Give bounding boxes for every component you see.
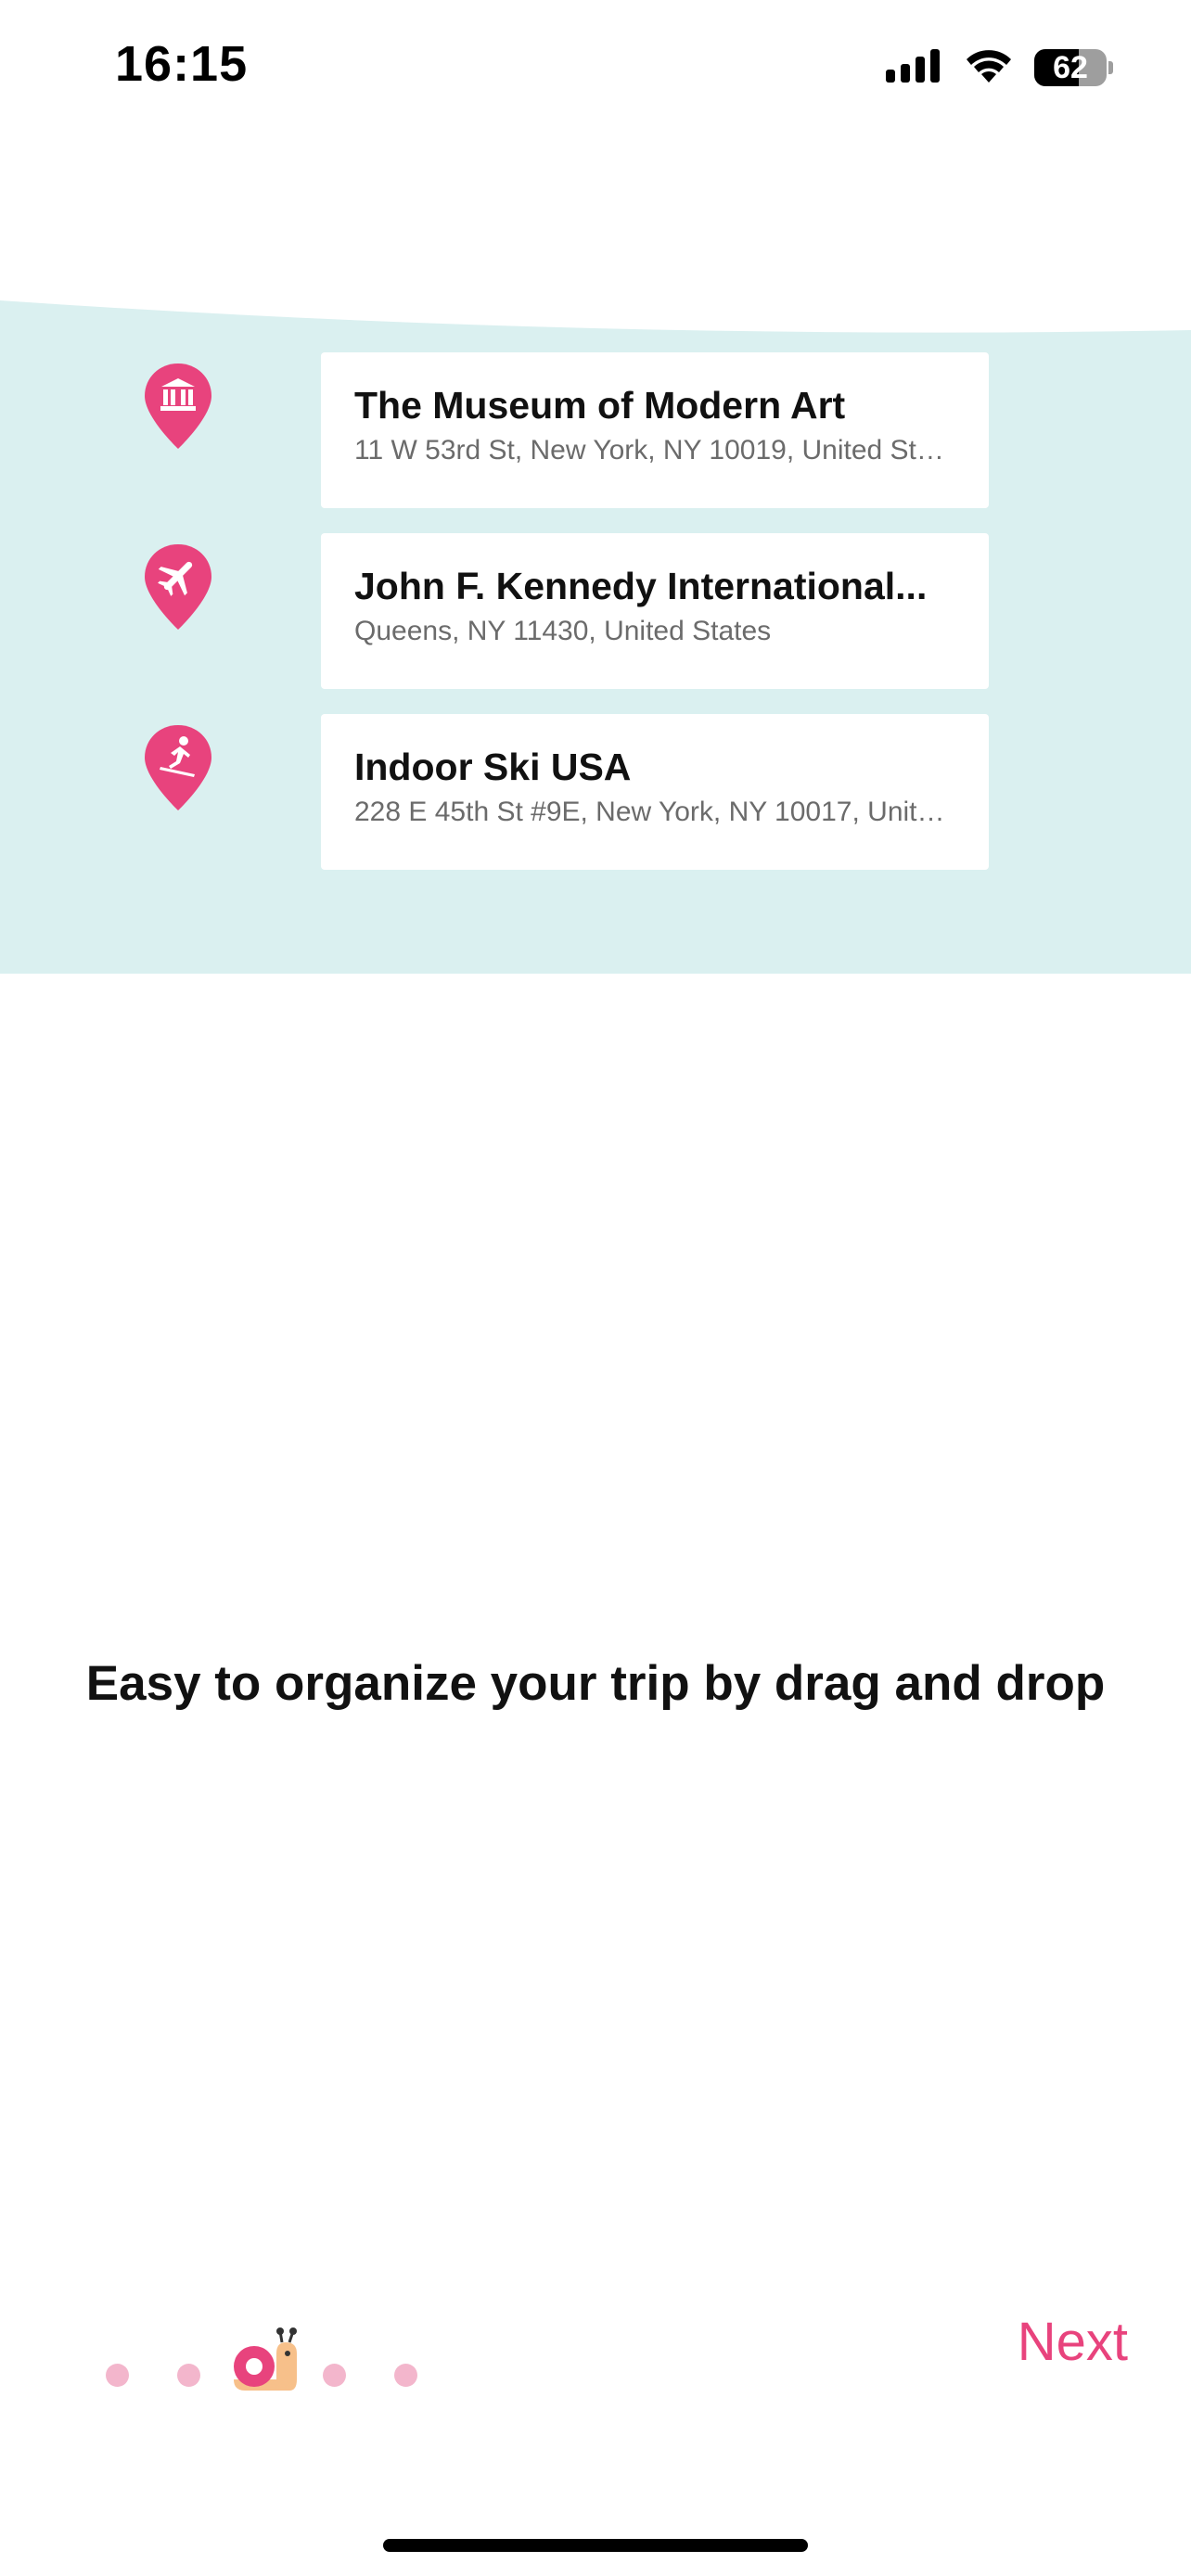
home-indicator	[383, 2539, 808, 2552]
battery-indicator: 62	[1034, 49, 1107, 86]
place-card-ski[interactable]: Indoor Ski USA 228 E 45th St #9E, New Yo…	[321, 714, 989, 870]
place-row[interactable]: John F. Kennedy International... Queens,…	[0, 533, 1191, 691]
page-indicator	[102, 2326, 473, 2400]
skier-icon	[143, 723, 213, 812]
place-card-museum[interactable]: The Museum of Modern Art 11 W 53rd St, N…	[321, 352, 989, 508]
battery-level: 62	[1053, 49, 1088, 85]
onboarding-headline: Easy to organize your trip by drag and d…	[85, 1656, 1106, 1711]
place-title: Indoor Ski USA	[354, 746, 632, 788]
status-bar: 16:15 62	[0, 0, 1191, 139]
status-icons: 62	[886, 45, 1113, 91]
battery-cap	[1108, 61, 1113, 74]
place-row[interactable]: Indoor Ski USA 228 E 45th St #9E, New Yo…	[0, 714, 1191, 872]
wifi-icon	[964, 47, 1014, 89]
next-button[interactable]: Next	[1018, 2311, 1128, 2373]
snail-icon	[228, 2326, 302, 2400]
signal-icon	[886, 47, 943, 89]
museum-icon	[143, 362, 213, 451]
places-preview-band: The Museum of Modern Art 11 W 53rd St, N…	[0, 287, 1191, 974]
battery-icon: 62	[1034, 49, 1113, 86]
status-time: 16:15	[115, 36, 249, 92]
page-dot	[323, 2364, 346, 2387]
page-dot	[106, 2364, 129, 2387]
page-dot	[394, 2364, 417, 2387]
place-card-airport[interactable]: John F. Kennedy International... Queens,…	[321, 533, 989, 689]
place-address: 11 W 53rd St, New York, NY 10019, United…	[354, 435, 955, 465]
place-title: The Museum of Modern Art	[354, 384, 846, 427]
place-title: John F. Kennedy International...	[354, 565, 928, 607]
place-row[interactable]: The Museum of Modern Art 11 W 53rd St, N…	[0, 352, 1191, 510]
airplane-icon	[143, 542, 213, 631]
place-address: Queens, NY 11430, United States	[354, 616, 772, 646]
place-address: 228 E 45th St #9E, New York, NY 10017, U…	[354, 797, 955, 827]
page-dot	[177, 2364, 200, 2387]
